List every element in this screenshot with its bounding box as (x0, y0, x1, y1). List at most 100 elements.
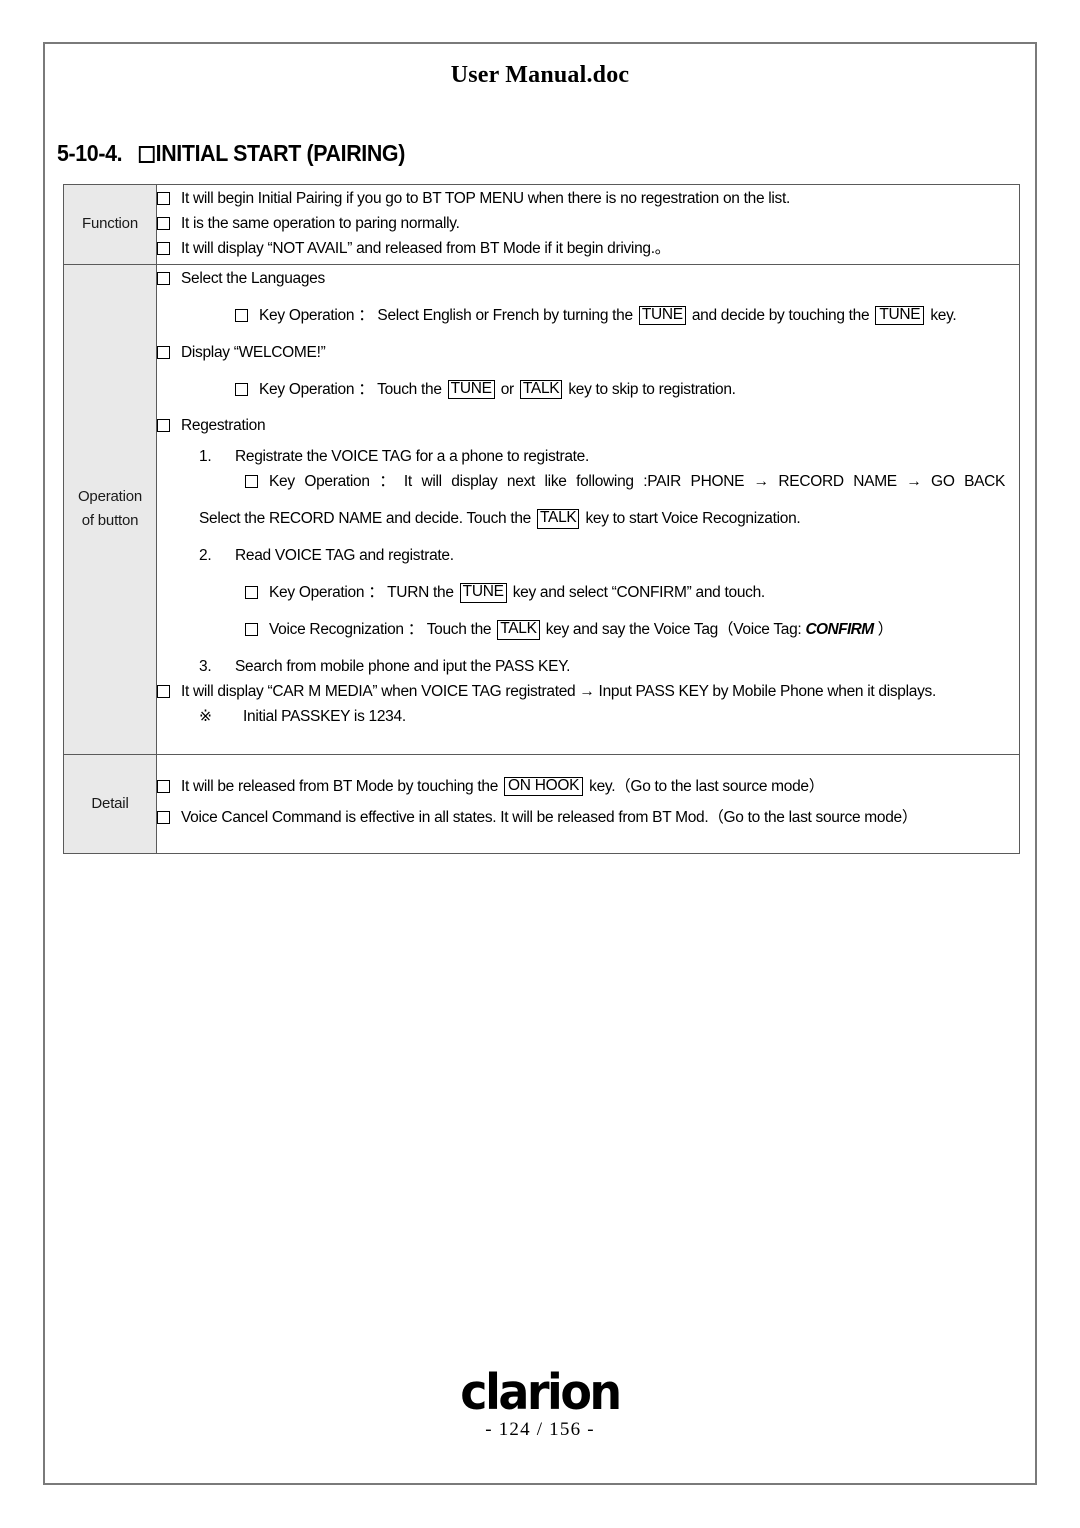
row-label-detail: Detail (63, 753, 157, 854)
checkbox-icon (157, 419, 170, 433)
list-item-text: It will display “CAR M MEDIA” when VOICE… (181, 682, 936, 700)
checkbox-icon (138, 146, 155, 163)
row-label-operation-line1: Operation (77, 488, 143, 506)
step-text: Registrate the VOICE TAG for a a phone t… (235, 448, 589, 466)
page-footer: clarion - 124 / 156 - (45, 1363, 1035, 1441)
table-row-operation: Operation of button Select the Languages… (63, 263, 1020, 755)
step-2-voice-recognization: Voice Recognization ： Touch the TALK key… (245, 619, 1019, 641)
checkbox-icon (157, 779, 170, 793)
step-text: Search from mobile phone and iput the PA… (235, 657, 571, 675)
section-number: 5-10-4. (57, 140, 123, 166)
list-item: It will display “NOT AVAIL” and released… (157, 239, 1019, 260)
checkbox-icon (157, 810, 170, 824)
colon: ： (358, 306, 374, 324)
row-content-operation: Select the Languages Key Operation ： Sel… (156, 263, 1020, 755)
colon: ： (379, 473, 395, 491)
colon: ： (368, 584, 384, 602)
detail-text: Voice Cancel Command is effective in all… (181, 808, 918, 826)
key-operation-label: Key Operation (269, 584, 365, 602)
key-button-on-hook[interactable]: ON HOOK (504, 776, 584, 797)
row-label-operation-line2: of button (81, 512, 139, 530)
key-operation-label: Key Operation (259, 306, 355, 324)
key-button-tune[interactable]: TUNE (447, 379, 495, 400)
list-item: It will begin Initial Pairing if you go … (157, 189, 1019, 210)
checkbox-icon (235, 382, 248, 396)
step-number: 2. (199, 547, 212, 565)
document-header-title: User Manual.doc (450, 62, 630, 88)
section-title: INITIAL START (PAIRING) (155, 140, 406, 166)
detail-text-part1: It will be released from BT Mode by touc… (181, 777, 499, 795)
checkbox-icon (157, 192, 170, 205)
colon: ： (407, 620, 424, 638)
list-item-display-welcome: Display “WELCOME!” (157, 343, 1019, 364)
page-frame: User Manual.doc 5-10-4. INITIAL START (P… (43, 42, 1037, 1485)
step-text: Read VOICE TAG and registrate. (235, 547, 454, 565)
list-item-text: Regestration (181, 417, 266, 435)
note-text: Initial PASSKEY is 1234. (243, 707, 406, 725)
checkbox-icon (235, 308, 248, 322)
key-button-talk[interactable]: TALK (519, 379, 563, 400)
key-button-tune[interactable]: TUNE (875, 305, 925, 326)
section-heading: 5-10-4. INITIAL START (PAIRING) (57, 140, 405, 167)
key-operation-label: Key Operation (259, 380, 355, 398)
list-item-key-operation-languages: Key Operation ： Select English or French… (235, 305, 1019, 327)
key-operation-text-part3: key. (930, 306, 957, 324)
voice-recognization-part2: key and say the Voice Tag（Voice Tag: (545, 620, 802, 638)
specification-table: Function It will begin Initial Pairing i… (63, 184, 1020, 854)
key-operation-label: Key Operation (269, 473, 370, 491)
reference-mark-icon: ※ (199, 707, 212, 725)
note-passkey: ※ Initial PASSKEY is 1234. (199, 707, 1019, 728)
colon: ： (358, 380, 374, 398)
row-label-detail-text: Detail (91, 794, 129, 812)
voice-tag-emphasis: CONFIRM (805, 620, 874, 638)
detail-text-part2: key.（Go to the last source mode） (589, 777, 824, 795)
list-item-key-operation-welcome: Key Operation ： Touch the TUNE or TALK k… (235, 379, 1019, 401)
key-operation-text-part3: key to skip to registration. (568, 380, 736, 398)
checkbox-icon (157, 216, 170, 230)
key-operation-text-part1: Touch the (377, 380, 442, 398)
voice-recognization-part3: ） (877, 620, 894, 638)
key-operation-text-part2: and decide by touching the (691, 306, 870, 324)
detail-list-item: It will be released from BT Mode by touc… (157, 776, 1019, 798)
checkbox-icon (245, 475, 258, 489)
checkbox-icon (157, 684, 170, 698)
key-operation-text-part1: TURN the (387, 584, 454, 602)
follow-up-part2: key to start Voice Recognization. (585, 510, 801, 528)
checkbox-icon (157, 345, 170, 359)
key-button-tune[interactable]: TUNE (638, 305, 686, 326)
list-item-text: It will begin Initial Pairing if you go … (181, 190, 791, 207)
row-label-operation: Operation of button (63, 263, 157, 755)
list-item-text: Display “WELCOME!” (181, 343, 326, 361)
checkbox-icon (245, 622, 258, 636)
numbered-step-1: 1. Registrate the VOICE TAG for a a phon… (199, 447, 1019, 468)
list-item: It is the same operation to paring norma… (157, 214, 1019, 235)
table-row-function: Function It will begin Initial Pairing i… (63, 184, 1020, 265)
numbered-step-3: 3. Search from mobile phone and iput the… (199, 657, 1019, 678)
key-operation-text-part1: Select English or French by turning the (377, 306, 633, 324)
page-number: - 124 / 156 - (485, 1419, 595, 1440)
step-2-key-operation: Key Operation ： TURN the TUNE key and se… (245, 583, 1019, 604)
checkbox-icon (157, 241, 170, 255)
row-content-function: It will begin Initial Pairing if you go … (156, 184, 1020, 265)
list-item-text: It will display “NOT AVAIL” and released… (181, 239, 670, 257)
key-operation-text-part2: key and select “CONFIRM” and touch. (512, 584, 766, 602)
row-content-detail: It will be released from BT Mode by touc… (156, 753, 1020, 854)
key-operation-text: It will display next like following :PAI… (403, 473, 1006, 491)
list-item-select-languages: Select the Languages (157, 269, 1019, 290)
numbered-step-2: 2. Read VOICE TAG and registrate. (199, 546, 1019, 567)
checkbox-icon (245, 586, 258, 600)
detail-list-item: Voice Cancel Command is effective in all… (157, 808, 1019, 829)
key-button-talk[interactable]: TALK (537, 509, 580, 529)
key-button-talk[interactable]: TALK (497, 619, 540, 640)
list-item-text: It is the same operation to paring norma… (181, 214, 460, 232)
row-label-function: Function (63, 184, 157, 265)
list-item-car-m-media: It will display “CAR M MEDIA” when VOICE… (157, 682, 1019, 703)
step-1-key-operation: Key Operation ： It will display next lik… (245, 472, 1019, 493)
voice-recognization-label: Voice Recognization (269, 620, 404, 638)
step-1-follow-up: Select the RECORD NAME and decide. Touch… (199, 509, 1019, 530)
clarion-logo: clarion (460, 1363, 622, 1421)
key-button-tune[interactable]: TUNE (459, 583, 507, 603)
list-item-regestration: Regestration (157, 416, 1019, 437)
key-operation-text-part2: or (500, 380, 514, 398)
